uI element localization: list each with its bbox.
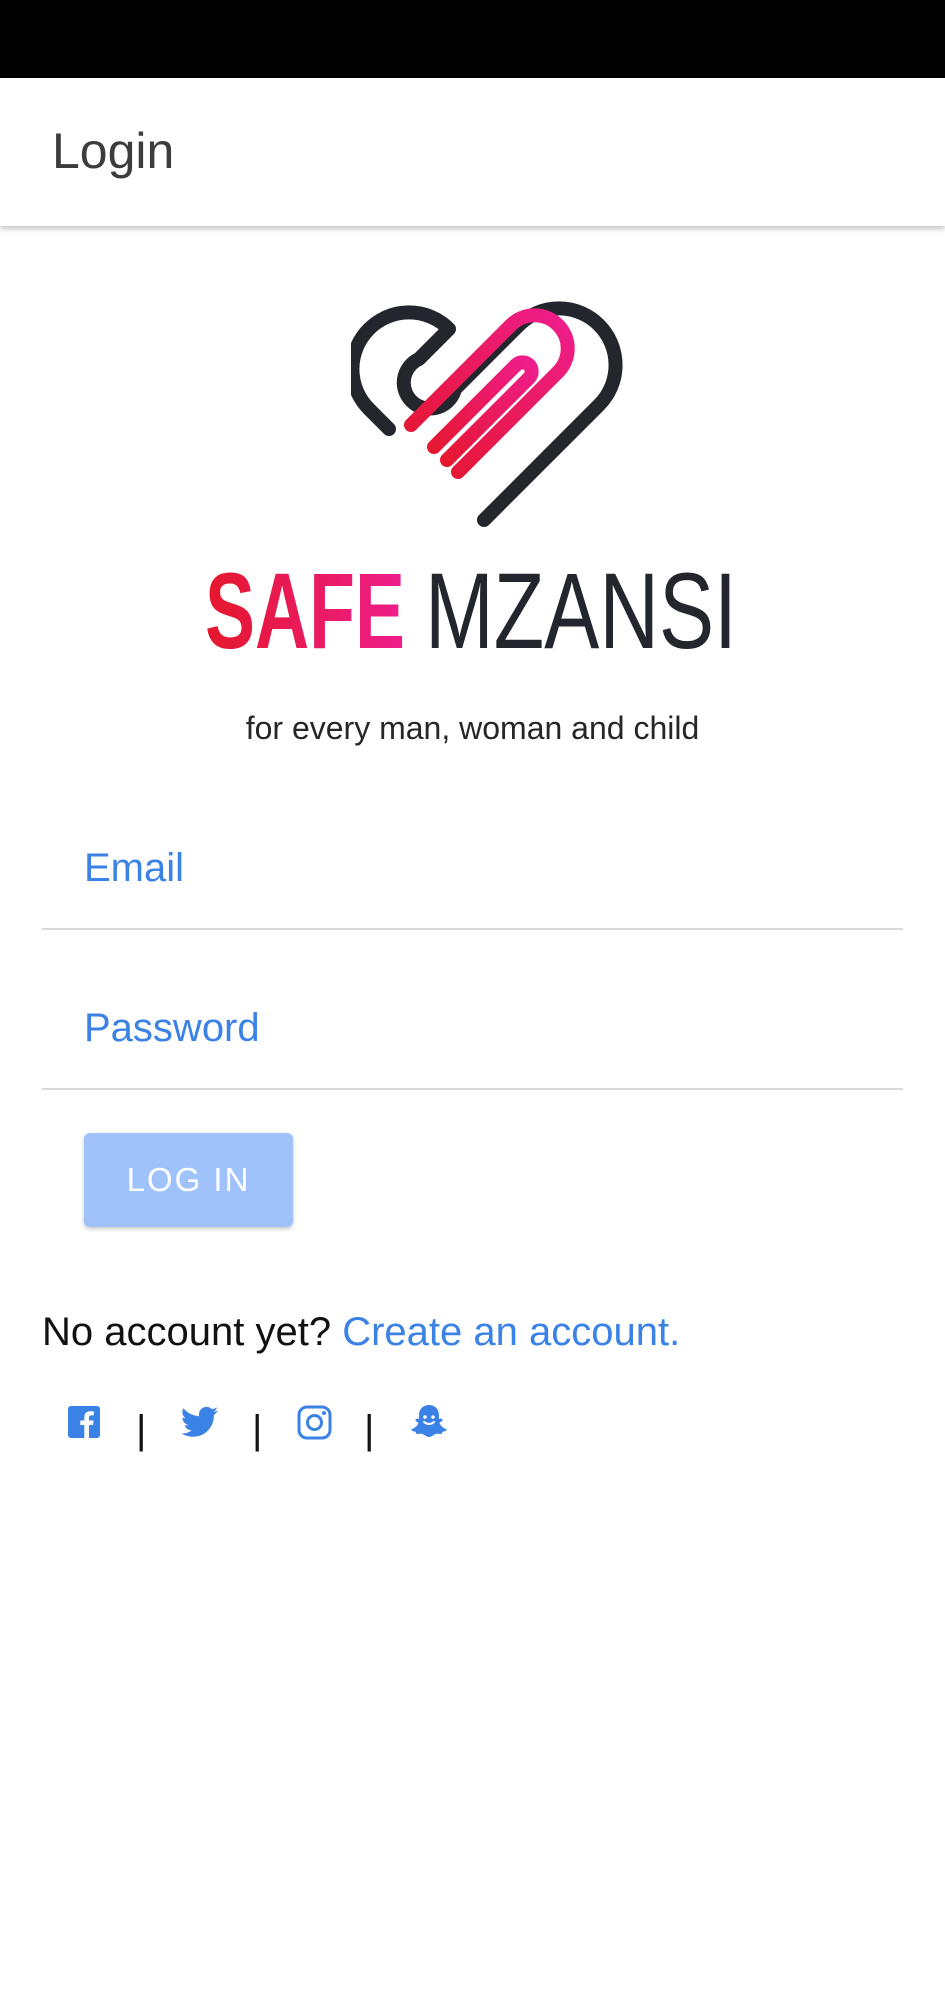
page-title: Login bbox=[52, 123, 175, 179]
instagram-icon[interactable] bbox=[292, 1400, 338, 1446]
status-bar bbox=[0, 0, 945, 78]
twitter-icon[interactable] bbox=[176, 1400, 222, 1446]
signup-prompt: No account yet? Create an account. bbox=[42, 1310, 680, 1355]
heart-logo-icon bbox=[351, 301, 623, 527]
password-input[interactable] bbox=[84, 970, 884, 1086]
tagline: for every man, woman and child bbox=[245, 710, 700, 746]
logo-text-mzansi: MZANSI bbox=[425, 560, 737, 660]
email-input[interactable] bbox=[84, 810, 884, 926]
password-field-container bbox=[42, 970, 903, 1090]
no-account-text: No account yet? bbox=[42, 1310, 332, 1354]
email-field-container bbox=[42, 810, 903, 930]
safemzansi-wordmark: SAFE MZANSI bbox=[205, 560, 737, 660]
login-button[interactable]: LOG IN bbox=[84, 1133, 293, 1227]
app-bar: Login bbox=[0, 78, 945, 226]
create-account-link[interactable]: Create an account. bbox=[342, 1310, 680, 1354]
social-separator: | bbox=[364, 1408, 375, 1452]
social-separator: | bbox=[252, 1408, 263, 1452]
social-separator: | bbox=[136, 1408, 147, 1452]
facebook-icon[interactable] bbox=[62, 1400, 108, 1446]
safemzansi-logo: SAFE MZANSI bbox=[205, 285, 740, 660]
snapchat-icon[interactable] bbox=[406, 1400, 452, 1446]
logo-text-safe: SAFE bbox=[205, 560, 405, 660]
